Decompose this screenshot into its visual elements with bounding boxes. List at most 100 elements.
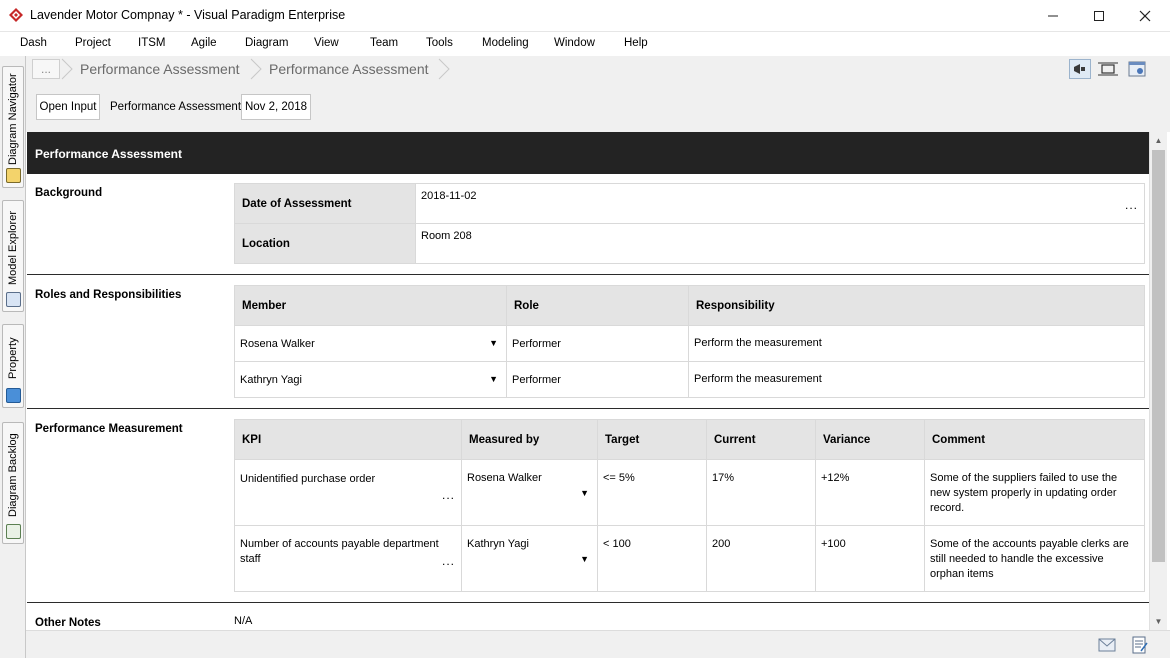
section-title-measurement: Performance Measurement [35,423,183,435]
announce-icon [1074,64,1085,74]
fit-diagram-button[interactable] [1097,59,1119,79]
property-icon [6,388,21,403]
variance-value: +12% [821,472,850,484]
minimize-button[interactable] [1030,0,1076,32]
comment-field[interactable]: Some of the accounts payable clerks are … [924,525,1145,592]
measurement-table: KPI Measured by Target Current Variance … [234,419,1145,592]
table-header-row: Member Role Responsibility [234,285,1145,326]
menu-team[interactable]: Team [370,37,398,49]
breadcrumb-more-button[interactable]: ... [32,59,60,79]
tab-property[interactable]: Property [2,324,24,408]
current-field[interactable]: 17% [706,459,816,526]
menu-window[interactable]: Window [554,37,595,49]
close-button[interactable] [1122,0,1168,32]
comment-field[interactable]: Some of the suppliers failed to use the … [924,459,1145,526]
more-icon[interactable]: ... [442,488,455,503]
close-icon [1139,10,1151,22]
menu-agile[interactable]: Agile [191,37,217,49]
section-divider [27,602,1149,603]
responsibility-value: Perform the measurement [694,337,822,349]
location-field[interactable]: Room 208 [415,223,1145,264]
menu-project[interactable]: Project [75,37,111,49]
current-field[interactable]: 200 [706,525,816,592]
member-select[interactable]: Kathryn Yagi ▼ [234,361,507,398]
column-header: Variance [815,419,925,460]
current-value: 17% [712,472,735,484]
breadcrumb: ... Performance Assessment Performance A… [26,56,1170,82]
announce-button[interactable] [1069,59,1091,79]
tab-diagram-navigator-label: Diagram Navigator [7,73,19,165]
more-icon[interactable]: ... [442,554,455,569]
target-field[interactable]: <= 5% [597,459,707,526]
responsibility-value: Perform the measurement [694,373,822,385]
background-label: Date of Assessment [234,183,416,224]
minimize-icon [1048,15,1058,17]
date-field[interactable]: Nov 2, 2018 [241,94,311,120]
table-row: Kathryn Yagi ▼ Performer Perform the mea… [234,361,1145,398]
model-explorer-icon [6,292,21,307]
menu-view[interactable]: View [314,37,339,49]
menu-itsm[interactable]: ITSM [138,37,165,49]
kpi-field[interactable]: Number of accounts payable department st… [234,525,462,592]
table-row: Location Room 208 [234,223,1145,264]
comment-value: Some of the accounts payable clerks are … [930,538,1129,580]
more-icon[interactable]: ... [1125,198,1138,212]
breadcrumb-chevron-icon [250,58,262,80]
target-value: <= 5% [603,472,635,484]
kpi-value: Number of accounts payable department st… [240,538,439,565]
table-row: Number of accounts payable department st… [234,525,1145,592]
table-row: Unidentified purchase order ... Rosena W… [234,459,1145,526]
open-input-button[interactable]: Open Input [36,94,100,120]
tab-diagram-navigator[interactable]: Diagram Navigator [2,66,24,188]
menu-modeling[interactable]: Modeling [482,37,529,49]
scroll-down-button[interactable]: ▼ [1150,613,1167,630]
scrollbar-thumb[interactable] [1152,150,1165,562]
breadcrumb-item[interactable]: Performance Assessment [269,58,429,80]
vertical-scrollbar[interactable]: ▲ ▼ [1149,132,1167,630]
role-field[interactable]: Performer [506,325,689,362]
other-notes-value[interactable]: N/A [234,615,252,627]
side-tab-strip: Diagram Navigator Model Explorer Propert… [0,56,26,658]
menu-help[interactable]: Help [624,37,648,49]
tab-model-explorer[interactable]: Model Explorer [2,200,24,312]
menu-tools[interactable]: Tools [426,37,453,49]
date-of-assessment-value: 2018-11-02 [421,190,477,202]
tab-diagram-backlog[interactable]: Diagram Backlog [2,422,24,544]
document-view: Performance Assessment Background Date o… [27,132,1149,630]
role-field[interactable]: Performer [506,361,689,398]
location-value: Room 208 [421,230,472,242]
status-bar [26,630,1170,658]
menu-dash[interactable]: Dash [20,37,47,49]
role-value: Performer [512,374,561,386]
member-select[interactable]: Rosena Walker ▼ [234,325,507,362]
current-value: 200 [712,538,731,550]
menu-diagram[interactable]: Diagram [245,37,288,49]
variance-field[interactable]: +12% [815,459,925,526]
tab-model-explorer-label: Model Explorer [7,211,19,285]
app-logo-icon [9,8,23,22]
maximize-button[interactable] [1076,0,1122,32]
measured-by-select[interactable]: Rosena Walker ▼ [461,459,598,526]
responsibility-field[interactable]: Perform the measurement [688,361,1145,398]
date-of-assessment-field[interactable]: 2018-11-02 ... [415,183,1145,224]
notes-icon[interactable] [1132,636,1148,654]
target-field[interactable]: < 100 [597,525,707,592]
measured-by-select[interactable]: Kathryn Yagi ▼ [461,525,598,592]
column-header: Target [597,419,707,460]
variance-field[interactable]: +100 [815,525,925,592]
responsibility-field[interactable]: Perform the measurement [688,325,1145,362]
diagram-settings-button[interactable] [1126,59,1148,79]
column-header: Measured by [461,419,598,460]
section-divider [27,408,1149,409]
background-label: Location [234,223,416,264]
scroll-up-button[interactable]: ▲ [1150,132,1167,149]
mail-icon[interactable] [1098,638,1116,652]
role-value: Performer [512,338,561,350]
variance-value: +100 [821,538,846,550]
kpi-field[interactable]: Unidentified purchase order ... [234,459,462,526]
column-header: Responsibility [688,285,1145,326]
diagram-settings-icon [1128,61,1146,77]
table-row: Date of Assessment 2018-11-02 ... [234,183,1145,224]
breadcrumb-item[interactable]: Performance Assessment [80,58,240,80]
diagram-backlog-icon [6,524,21,539]
